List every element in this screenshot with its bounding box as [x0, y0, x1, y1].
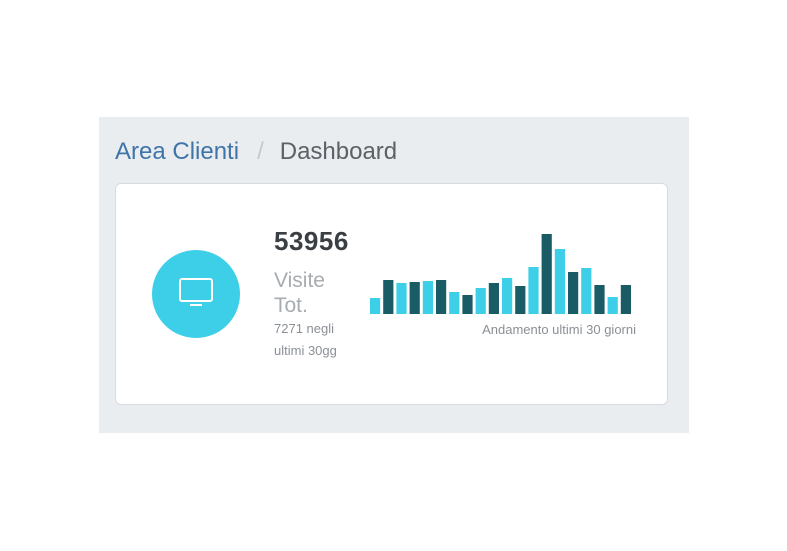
last-30-days-visits: 7271 negli ultimi 30gg [274, 321, 337, 358]
total-visits-label: Visite Tot. [274, 269, 325, 317]
chart-bar [488, 283, 499, 314]
chart-bar [502, 278, 513, 314]
breadcrumb-separator: / [257, 138, 264, 165]
breadcrumb: Area Clienti / Dashboard [115, 137, 397, 167]
chart-bar [475, 288, 486, 314]
chart-bar [594, 285, 605, 314]
chart-bar [396, 283, 407, 314]
stat-icon-badge [152, 250, 240, 338]
visits-trend-chart [370, 234, 631, 314]
chart-bar [449, 292, 460, 314]
breadcrumb-link-area-clienti[interactable]: Area Clienti [115, 138, 239, 166]
chart-bar [620, 285, 631, 314]
chart-bar [528, 267, 539, 314]
total-visits-value: 53956 [274, 226, 349, 256]
chart-bar [568, 272, 579, 314]
chart-bar [554, 249, 565, 314]
chart-bar [541, 234, 552, 314]
chart-bar [515, 286, 526, 314]
chart-caption: Andamento ultimi 30 giorni [482, 322, 636, 337]
visits-stat-card: 53956 Visite Tot. 7271 negli ultimi 30gg… [115, 183, 668, 405]
chart-bar [383, 280, 394, 314]
content-panel: Area Clienti / Dashboard 53956 Visite To… [99, 117, 689, 433]
monitor-icon [179, 278, 213, 306]
chart-bar [436, 280, 447, 314]
chart-bar [462, 295, 473, 314]
chart-bar [581, 268, 592, 314]
chart-bar [370, 298, 381, 314]
chart-bar [422, 281, 433, 314]
breadcrumb-current-page: Dashboard [279, 138, 398, 165]
chart-bar [409, 282, 420, 314]
chart-bar [607, 297, 618, 314]
